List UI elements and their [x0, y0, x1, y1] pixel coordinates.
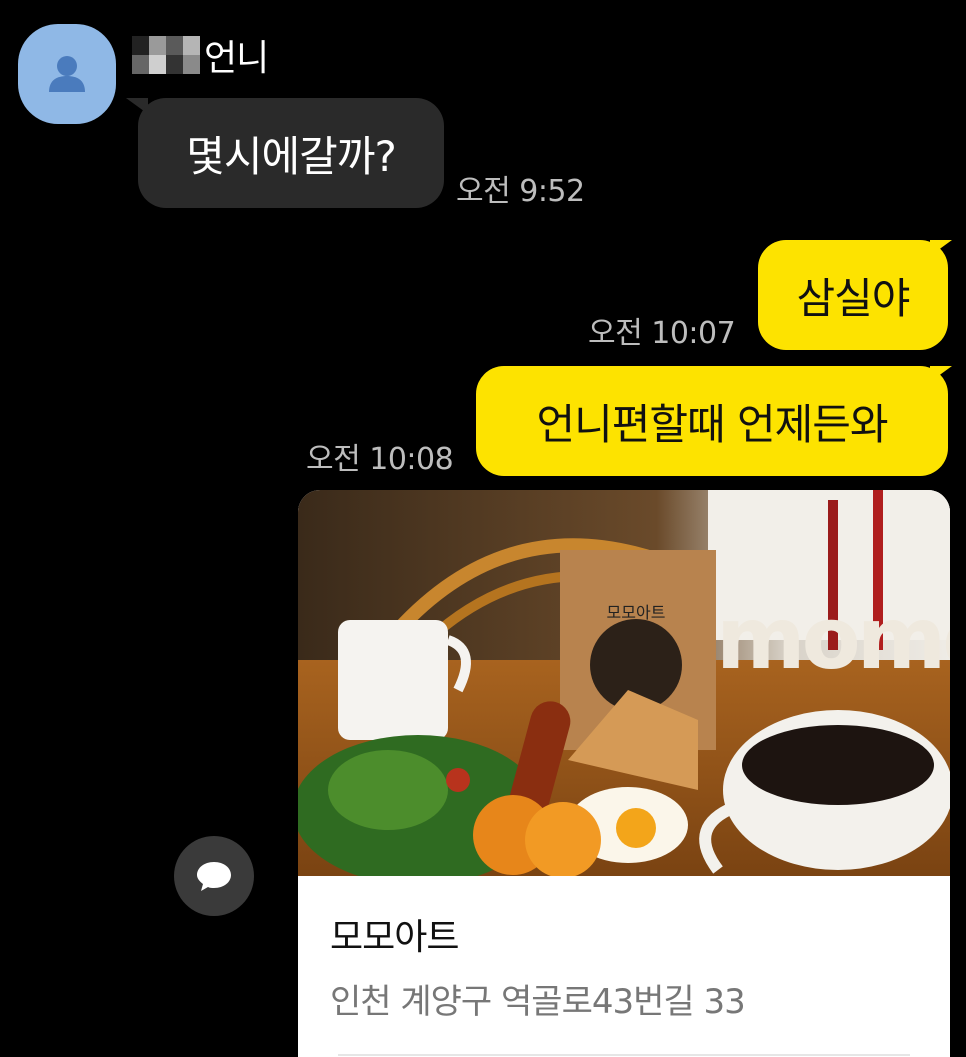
place-photo: 모모아트 momo — [298, 490, 950, 876]
outgoing-message-text: 언니편할때 언제든와 — [536, 399, 888, 449]
svg-text:모모아트: 모모아트 — [607, 603, 666, 622]
person-icon — [49, 56, 85, 92]
sender-name-row: 언니 — [132, 30, 269, 80]
incoming-message-text: 몇시에갈까? — [186, 131, 396, 181]
outgoing-message[interactable]: 언니편할때 언제든와 — [476, 366, 948, 476]
outgoing-message-time: 오전 10:07 — [588, 316, 736, 351]
speech-bubble-icon — [197, 862, 231, 891]
name-mosaic — [132, 36, 200, 74]
outgoing-message[interactable]: 삼실야 — [758, 240, 948, 350]
sender-name: 언니 — [204, 38, 269, 79]
place-address: 인천 계양구 역골로43번길 33 — [330, 982, 746, 1022]
card-divider — [338, 1054, 910, 1056]
sender-avatar[interactable] — [18, 24, 116, 124]
outgoing-message-time: 오전 10:08 — [306, 442, 454, 477]
incoming-message-time: 오전 9:52 — [456, 174, 585, 209]
place-name: 모모아트 — [330, 917, 459, 958]
share-button[interactable] — [174, 836, 254, 916]
outgoing-message-text: 삼실야 — [796, 273, 911, 323]
svg-text:momo: momo — [716, 589, 950, 689]
incoming-message[interactable]: 몇시에갈까? — [138, 98, 444, 208]
place-share-card[interactable]: 모모아트 momo 모모아트 인천 계양구 역골로43번길 33 — [298, 490, 950, 1057]
